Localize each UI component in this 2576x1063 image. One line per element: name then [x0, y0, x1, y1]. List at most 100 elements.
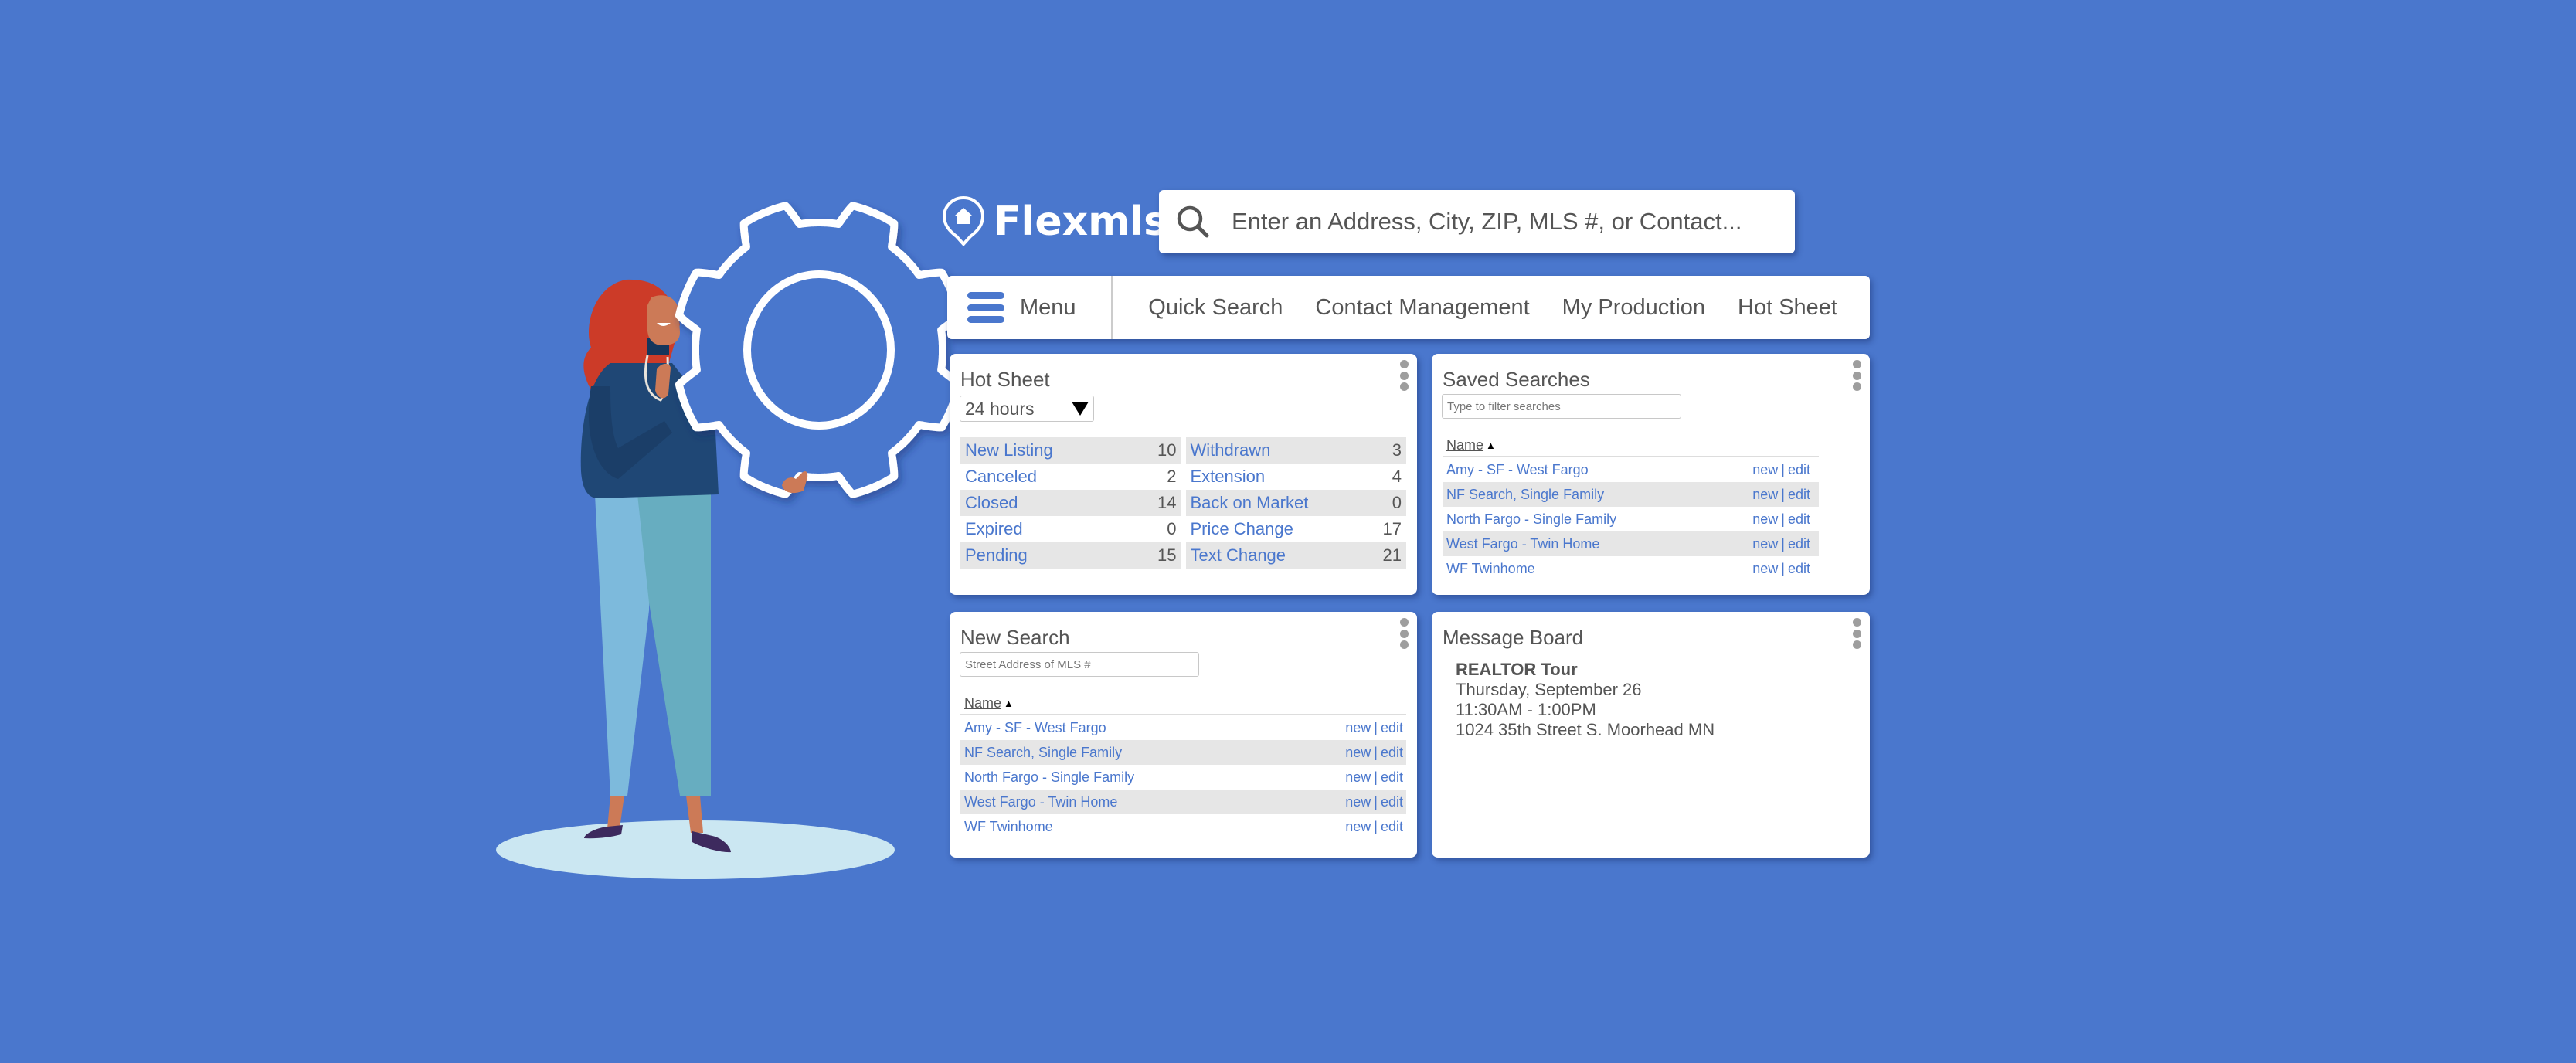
separator: | [1374, 818, 1378, 834]
new-link[interactable]: new [1752, 511, 1778, 528]
right-shoe [692, 831, 731, 853]
sort-ascending-icon: ▲ [1486, 439, 1496, 451]
status-count: 17 [1382, 519, 1402, 538]
saved-search-link[interactable]: WF Twinhome [1446, 561, 1535, 577]
edit-link[interactable]: edit [1788, 536, 1810, 552]
separator: | [1374, 744, 1378, 760]
edit-link[interactable]: edit [1381, 720, 1403, 736]
new-link[interactable]: new [1752, 487, 1778, 503]
hot-sheet-row[interactable]: Text Change 21 [1185, 542, 1406, 569]
new-link[interactable]: new [1752, 561, 1778, 577]
message-board-panel: Message Board REALTOR Tour Thursday, Sep… [1432, 612, 1870, 858]
nav-item-hot-sheet[interactable]: Hot Sheet [1738, 295, 1837, 321]
street-address-mls-input[interactable] [960, 652, 1199, 677]
message-time: 11:30AM - 1:00PM [1456, 700, 1596, 719]
kebab-menu-icon[interactable] [1853, 618, 1862, 649]
hot-sheet-row[interactable]: Closed 14 [960, 490, 1181, 516]
flexmls-logo[interactable]: Flexmls [941, 195, 1167, 249]
status-count: 4 [1392, 467, 1402, 486]
separator: | [1781, 461, 1785, 477]
new-link[interactable]: new [1752, 536, 1778, 552]
new-link[interactable]: new [1345, 720, 1371, 736]
menu-button[interactable]: Menu [947, 276, 1113, 339]
new-link[interactable]: new [1345, 745, 1371, 761]
edit-link[interactable]: edit [1381, 745, 1403, 761]
kebab-menu-icon[interactable] [1853, 360, 1862, 391]
list-item: North Fargo - Single Family new | edit [960, 765, 1406, 790]
separator: | [1781, 486, 1785, 502]
status-link[interactable]: Text Change [1191, 545, 1286, 565]
hot-sheet-row[interactable]: Price Change 17 [1186, 516, 1407, 542]
panel-title: Hot Sheet [960, 368, 1050, 391]
kebab-menu-icon[interactable] [1400, 360, 1409, 391]
hamburger-icon [967, 292, 1004, 323]
status-count: 21 [1382, 545, 1402, 565]
hot-sheet-row[interactable]: Extension 4 [1186, 464, 1407, 490]
edit-link[interactable]: edit [1381, 769, 1403, 786]
edit-link[interactable]: edit [1381, 819, 1403, 835]
hot-sheet-row[interactable]: New Listing 10 [960, 437, 1181, 464]
status-count: 10 [1157, 440, 1177, 460]
kebab-menu-icon[interactable] [1400, 618, 1409, 649]
hot-sheet-row[interactable]: Withdrawn 3 [1185, 437, 1406, 464]
nav-item-contact-management[interactable]: Contact Management [1315, 295, 1529, 321]
global-search-input[interactable] [1232, 208, 1795, 236]
status-link[interactable]: Withdrawn [1191, 440, 1271, 460]
search-link[interactable]: NF Search, Single Family [964, 745, 1122, 761]
new-link[interactable]: new [1345, 819, 1371, 835]
status-link[interactable]: Closed [965, 493, 1018, 513]
new-search-panel: New Search Name ▲ Amy - SF - West Fargo n… [950, 612, 1417, 858]
status-link[interactable]: Back on Market [1191, 493, 1309, 513]
nav-item-quick-search[interactable]: Quick Search [1148, 295, 1283, 321]
edit-link[interactable]: edit [1788, 561, 1810, 577]
saved-search-link[interactable]: Amy - SF - West Fargo [1446, 462, 1589, 478]
search-icon[interactable] [1174, 203, 1212, 240]
status-count: 2 [1167, 467, 1177, 486]
list-item: North Fargo - Single Family new | edit [1443, 507, 1819, 532]
panel-title: Message Board [1443, 626, 1584, 649]
hot-sheet-row[interactable]: Expired 0 [960, 516, 1181, 542]
separator: | [1781, 560, 1785, 576]
new-link[interactable]: new [1752, 462, 1778, 478]
search-link[interactable]: Amy - SF - West Fargo [964, 720, 1106, 736]
filter-searches-input[interactable] [1442, 394, 1681, 419]
status-link[interactable]: Extension [1191, 467, 1266, 487]
search-link[interactable]: North Fargo - Single Family [964, 769, 1134, 786]
saved-search-link[interactable]: North Fargo - Single Family [1446, 511, 1616, 528]
message-title: REALTOR Tour [1456, 660, 1578, 679]
new-link[interactable]: new [1345, 769, 1371, 786]
new-link[interactable]: new [1345, 794, 1371, 810]
saved-search-link[interactable]: NF Search, Single Family [1446, 487, 1604, 503]
hot-sheet-row[interactable]: Back on Market 0 [1185, 490, 1406, 516]
hot-sheet-row[interactable]: Canceled 2 [960, 464, 1181, 490]
status-count: 0 [1167, 519, 1177, 538]
nav-item-my-production[interactable]: My Production [1562, 295, 1705, 321]
search-link[interactable]: West Fargo - Twin Home [964, 794, 1117, 810]
status-link[interactable]: New Listing [965, 440, 1053, 460]
hot-sheet-row[interactable]: Pending 15 [960, 542, 1181, 569]
status-link[interactable]: Canceled [965, 467, 1037, 487]
sort-by-name-header[interactable]: Name [964, 695, 1001, 711]
edit-link[interactable]: edit [1788, 462, 1810, 478]
status-count: 15 [1157, 545, 1177, 565]
separator: | [1781, 535, 1785, 552]
hair [583, 279, 680, 502]
status-link[interactable]: Price Change [1191, 519, 1293, 539]
hot-sheet-period-select[interactable]: 24 hours [960, 396, 1094, 422]
home-pin-icon [942, 195, 985, 246]
global-search-bar[interactable] [1159, 190, 1795, 253]
dropdown-arrow-icon [1072, 402, 1089, 416]
right-ankle [686, 796, 703, 833]
edit-link[interactable]: edit [1381, 794, 1403, 810]
saved-search-link[interactable]: West Fargo - Twin Home [1446, 536, 1599, 552]
edit-link[interactable]: edit [1788, 511, 1810, 528]
sort-ascending-icon: ▲ [1004, 697, 1014, 709]
list-item: WF Twinhome new | edit [960, 814, 1406, 839]
edit-link[interactable]: edit [1788, 487, 1810, 503]
status-count: 3 [1392, 440, 1402, 460]
search-link[interactable]: WF Twinhome [964, 819, 1053, 835]
left-ankle [607, 796, 624, 828]
sort-by-name-header[interactable]: Name [1446, 437, 1483, 453]
status-link[interactable]: Expired [965, 519, 1023, 539]
status-link[interactable]: Pending [965, 545, 1028, 565]
